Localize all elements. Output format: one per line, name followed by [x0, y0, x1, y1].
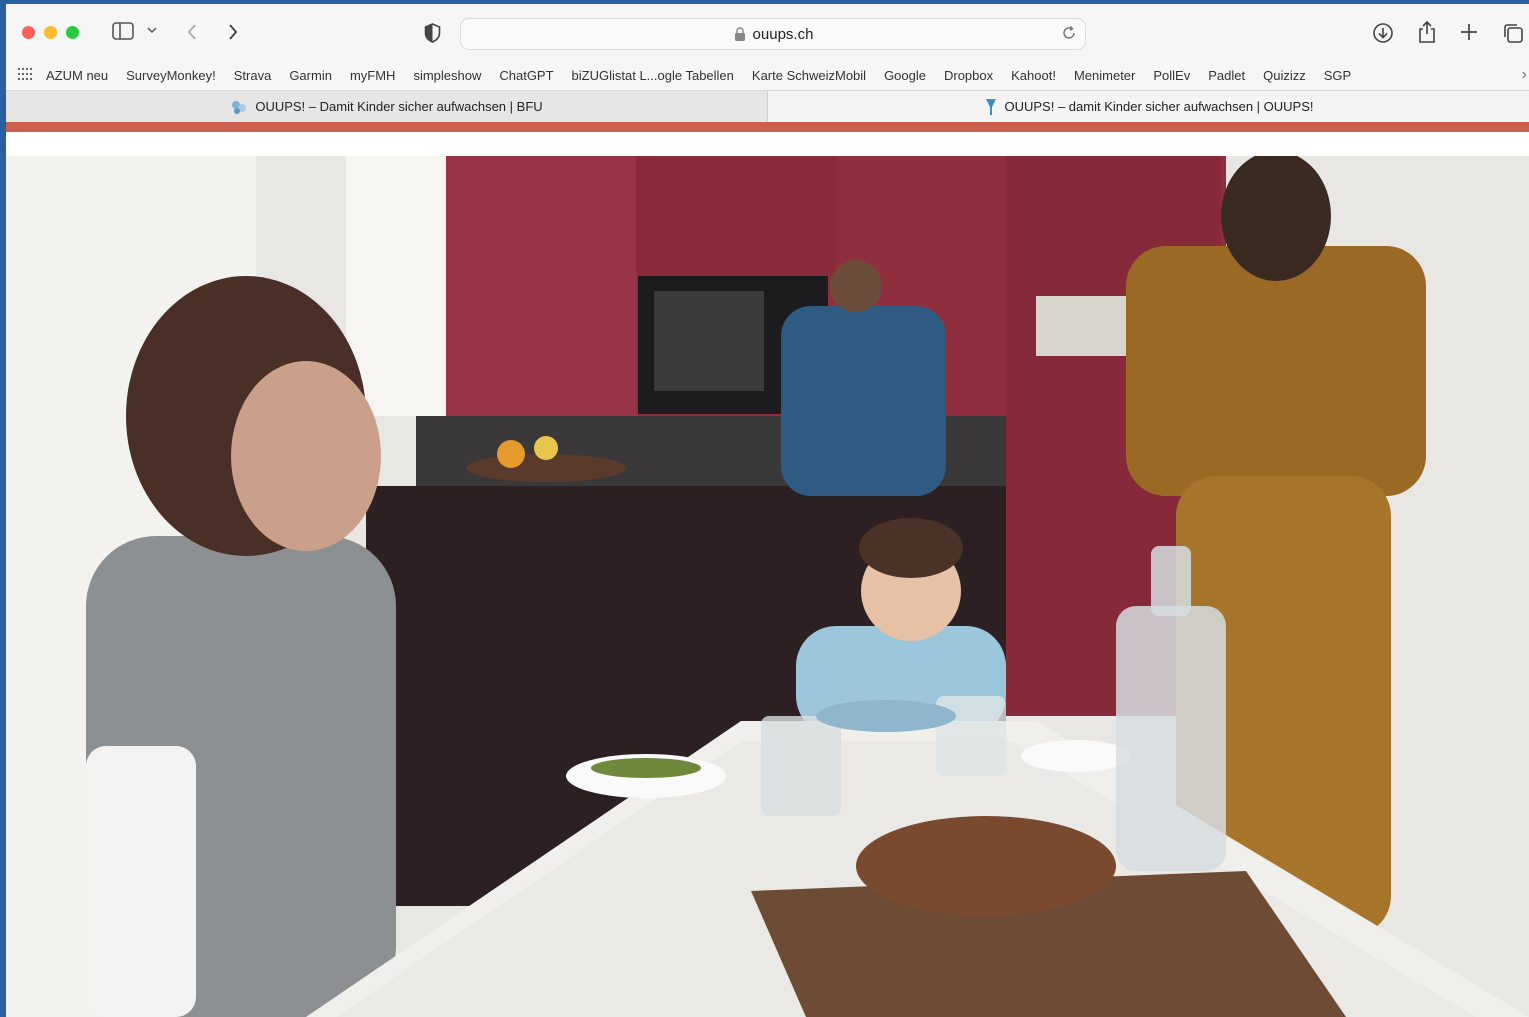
- new-tab-plus-icon[interactable]: [1460, 23, 1478, 41]
- tab-bfu[interactable]: OUUPS! – Damit Kinder sicher aufwachsen …: [6, 90, 768, 122]
- tab-title: OUUPS! – damit Kinder sicher aufwachsen …: [1004, 99, 1314, 114]
- bookmark-item[interactable]: simpleshow: [413, 68, 481, 83]
- hero-image: [6, 156, 1529, 1017]
- bookmark-item[interactable]: Quizizz: [1263, 68, 1306, 83]
- bookmarks-bar: AZUM neu SurveyMonkey! Strava Garmin myF…: [6, 60, 1529, 90]
- downloads-icon[interactable]: [1372, 22, 1394, 44]
- bfu-favicon-icon: [230, 99, 248, 115]
- chevron-down-icon[interactable]: [147, 26, 157, 34]
- bookmark-item[interactable]: SurveyMonkey!: [126, 68, 216, 83]
- bookmark-item[interactable]: Kahoot!: [1011, 68, 1056, 83]
- bookmark-item[interactable]: biZUGlistat L...ogle Tabellen: [572, 68, 734, 83]
- tab-bar: OUUPS! – Damit Kinder sicher aufwachsen …: [6, 90, 1529, 122]
- browser-toolbar: ouups.ch: [6, 4, 1529, 60]
- tab-title: OUUPS! – Damit Kinder sicher aufwachsen …: [255, 99, 543, 114]
- browser-window: ouups.ch AZUM neu SurveyMonkey! Strava G…: [6, 4, 1529, 1017]
- bookmark-item[interactable]: Karte SchweizMobil: [752, 68, 866, 83]
- bookmark-item[interactable]: Garmin: [289, 68, 332, 83]
- close-window-button[interactable]: [22, 26, 35, 39]
- sidebar-toggle-icon[interactable]: [112, 22, 134, 40]
- apps-grid-icon[interactable]: [18, 67, 32, 83]
- bookmark-item[interactable]: ChatGPT: [499, 68, 553, 83]
- page-content: [6, 132, 1529, 1017]
- zoom-window-button[interactable]: [66, 26, 79, 39]
- bookmark-item[interactable]: Google: [884, 68, 926, 83]
- bookmark-item[interactable]: SGP: [1324, 68, 1351, 83]
- privacy-shield-icon[interactable]: [424, 23, 441, 43]
- minimize-window-button[interactable]: [44, 26, 57, 39]
- tab-ouups[interactable]: OUUPS! – damit Kinder sicher aufwachsen …: [768, 90, 1529, 122]
- address-bar[interactable]: ouups.ch: [460, 18, 1086, 50]
- family-kitchen-photo: [6, 156, 1529, 1017]
- forward-arrow-icon[interactable]: [227, 23, 239, 41]
- bookmark-item[interactable]: myFMH: [350, 68, 396, 83]
- bookmark-item[interactable]: Strava: [234, 68, 272, 83]
- back-arrow-icon[interactable]: [186, 23, 198, 41]
- bookmarks-overflow-chevron-icon[interactable]: ›: [1522, 66, 1527, 84]
- ouups-favicon-icon: [984, 98, 998, 116]
- reload-icon[interactable]: [1061, 25, 1077, 45]
- site-accent-bar: [6, 122, 1529, 132]
- lock-icon: [734, 27, 745, 41]
- bookmark-item[interactable]: PollEv: [1153, 68, 1190, 83]
- url-text: ouups.ch: [752, 25, 814, 43]
- bookmark-item[interactable]: Menimeter: [1074, 68, 1135, 83]
- bookmark-item[interactable]: Padlet: [1208, 68, 1245, 83]
- share-icon[interactable]: [1417, 20, 1437, 44]
- tab-overview-icon[interactable]: [1502, 22, 1524, 44]
- bookmark-item[interactable]: Dropbox: [944, 68, 993, 83]
- bookmark-item[interactable]: AZUM neu: [46, 68, 108, 83]
